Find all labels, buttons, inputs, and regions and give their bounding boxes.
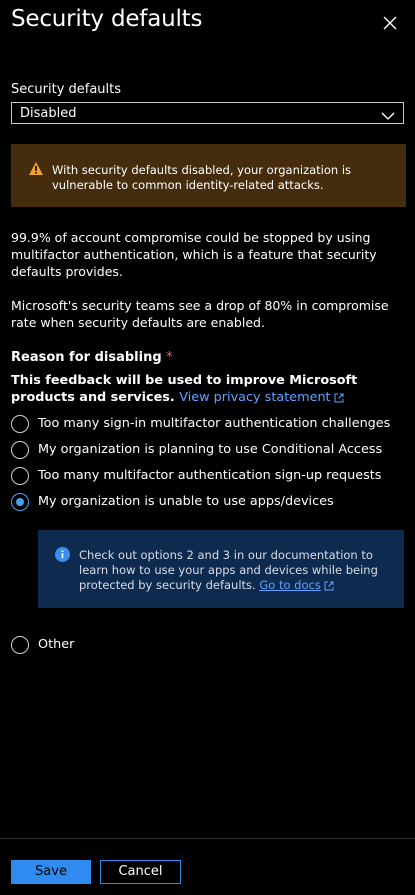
panel-title: Security defaults	[11, 6, 203, 32]
reason-heading: Reason for disabling *	[11, 350, 173, 365]
go-to-docs-link[interactable]: Go to docs	[259, 578, 320, 592]
option-label: My organization is planning to use Condi…	[38, 442, 383, 457]
radio-button[interactable]	[11, 467, 29, 485]
info-text: Check out options 2 and 3 in our documen…	[79, 548, 394, 593]
warning-banner: With security defaults disabled, your or…	[11, 144, 406, 207]
chevron-down-icon	[381, 107, 395, 126]
required-marker: *	[166, 350, 173, 365]
mfa-paragraph: 99.9% of account compromise could be sto…	[11, 230, 377, 279]
option-label: Other	[38, 637, 75, 652]
warning-text: With security defaults disabled, your or…	[52, 163, 352, 192]
external-link-icon	[334, 393, 344, 402]
option-label: My organization is unable to use apps/de…	[38, 494, 334, 509]
security-team-paragraph: Microsoft's security teams see a drop of…	[11, 298, 389, 330]
reason-heading-text: Reason for disabling	[11, 350, 162, 365]
dropdown-selected-value: Disabled	[20, 106, 77, 121]
footer-divider	[0, 838, 415, 839]
option-label: Too many sign-in multifactor authenticat…	[38, 416, 391, 431]
info-banner: Check out options 2 and 3 in our documen…	[38, 530, 404, 608]
feedback-text: This feedback will be used to improve Mi…	[11, 372, 406, 406]
radio-button[interactable]	[11, 415, 29, 433]
radio-button[interactable]	[11, 441, 29, 459]
security-defaults-label: Security defaults	[11, 82, 122, 97]
cancel-button[interactable]: Cancel	[100, 860, 181, 884]
radio-button[interactable]	[11, 636, 29, 654]
info-icon	[55, 547, 70, 566]
security-defaults-panel: Security defaults Security defaults Disa…	[0, 0, 415, 895]
option-label: Too many multifactor authentication sign…	[38, 468, 382, 483]
privacy-statement-link[interactable]: View privacy statement	[179, 390, 344, 405]
security-defaults-dropdown[interactable]: Disabled	[11, 102, 404, 124]
warning-icon	[28, 161, 44, 180]
radio-button-selected[interactable]	[11, 493, 29, 511]
save-button[interactable]: Save	[11, 860, 91, 884]
close-icon[interactable]	[378, 11, 402, 35]
external-link-icon	[324, 581, 334, 590]
